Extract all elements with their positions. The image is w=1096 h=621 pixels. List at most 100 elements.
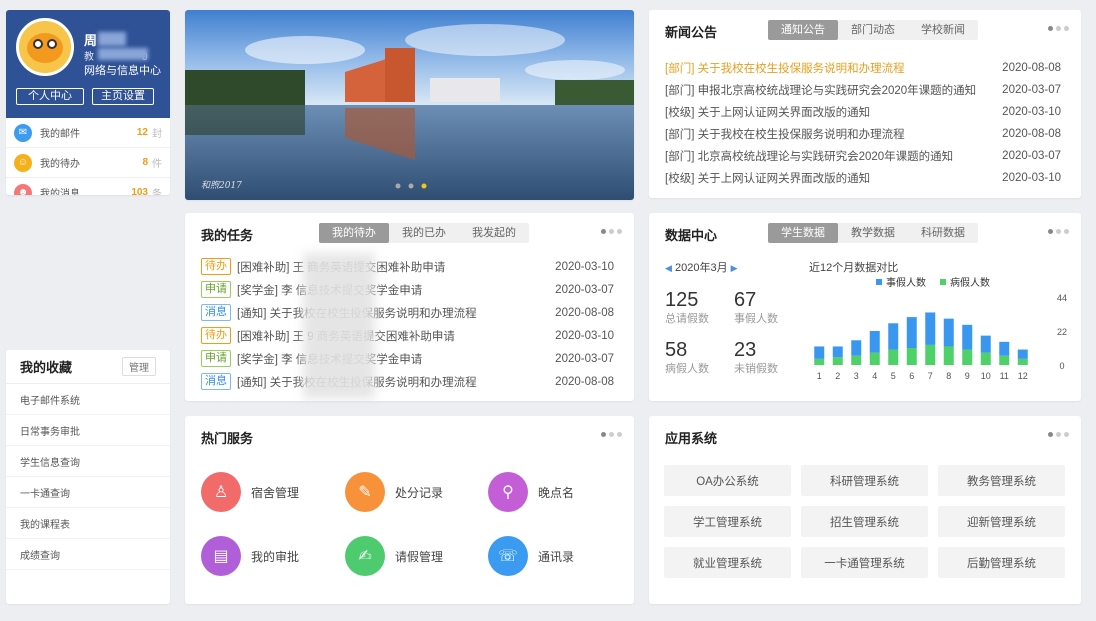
more-dots-icon[interactable] xyxy=(1048,432,1069,437)
favorite-link[interactable]: 电子邮件系统 xyxy=(6,384,170,415)
summary-item[interactable]: ✉ 我的邮件 12 封 xyxy=(6,118,170,148)
task-date: 2020-03-10 xyxy=(555,260,614,273)
news-list: [部门] 关于我校在校生投保服务说明和办理流程 2020-08-08 [部门] 申报… xyxy=(665,57,1061,189)
profile-header: 周 教0 网络与信息中心 个人中心 主页设置 xyxy=(6,10,170,118)
service-approval[interactable]: ▤ 我的审批 xyxy=(201,536,299,576)
tab[interactable]: 我的待办 xyxy=(319,223,389,243)
app-button[interactable]: 教务管理系统 xyxy=(938,465,1065,496)
bar--3a97f0-12 xyxy=(1017,349,1028,359)
x-tick-label: 2 xyxy=(835,371,840,381)
tab[interactable]: 我发起的 xyxy=(459,223,529,243)
rollcall-icon: ⚲ xyxy=(488,472,528,512)
news-item[interactable]: [部门] 申报北京高校统战理论与实践研究会2020年课题的通知 2020-03-0… xyxy=(665,79,1061,101)
homepage-settings-button[interactable]: 主页设置 xyxy=(92,88,154,105)
x-tick-label: 12 xyxy=(1018,371,1028,381)
next-month-icon[interactable]: ▶ xyxy=(731,263,738,273)
favorite-link[interactable]: 学生信息查询 xyxy=(6,446,170,477)
task-item[interactable]: 待办 [困难补助] 王 9 商务英语提交困难补助申请 2020-03-10 xyxy=(201,324,614,347)
bar--4fd16a-7 xyxy=(925,344,936,365)
stat-personal-leave: 67 事假人数 xyxy=(734,289,778,325)
task-item[interactable]: 申请 [奖学金] 李 信息技术提交奖学金申请 2020-03-07 xyxy=(201,347,614,370)
favorite-link[interactable]: 日常事务审批 xyxy=(6,415,170,446)
tab[interactable]: 部门动态 xyxy=(838,20,908,40)
news-text: [校级] 关于上网认证网关界面改版的通知 xyxy=(665,173,871,185)
service-label: 宿舍管理 xyxy=(251,485,300,500)
tab[interactable]: 科研数据 xyxy=(908,223,978,243)
task-item[interactable]: 消息 [通知] 关于我校在校生投保服务说明和办理流程 2020-08-08 xyxy=(201,301,614,324)
app-button[interactable]: 学工管理系统 xyxy=(664,506,791,537)
summary-label: 我的待办 xyxy=(40,159,80,170)
tab[interactable]: 学校新闻 xyxy=(908,20,978,40)
month-selector[interactable]: ◀ 2020年3月 ▶ xyxy=(665,259,738,275)
task-date: 2020-03-07 xyxy=(555,283,614,296)
bar--4fd16a-4 xyxy=(869,352,880,365)
bar--4fd16a-3 xyxy=(851,355,862,365)
tab[interactable]: 通知公告 xyxy=(768,20,838,40)
legend-label: 病假人数 xyxy=(950,276,990,289)
summary-item[interactable]: ☻ 我的消息 103 条 xyxy=(6,178,170,195)
manage-button[interactable]: 管理 xyxy=(122,357,156,376)
task-text: [困难补助] 王 9 商务英语提交困难补助申请 xyxy=(237,330,455,343)
service-leave[interactable]: ✍ 请假管理 xyxy=(345,536,443,576)
data-tabs: 学生数据 教学数据 科研数据 xyxy=(768,223,978,243)
app-button[interactable]: 后勤管理系统 xyxy=(938,547,1065,578)
month-label: 2020年3月 xyxy=(674,262,728,274)
news-item[interactable]: [部门] 北京高校统战理论与实践研究会2020年课题的通知 2020-03-07 xyxy=(665,145,1061,167)
more-dots-icon[interactable] xyxy=(1048,229,1069,234)
banner-carousel[interactable]: 和煦2017 xyxy=(185,10,634,200)
tab[interactable]: 教学数据 xyxy=(838,223,908,243)
app-button[interactable]: 就业管理系统 xyxy=(664,547,791,578)
personal-center-button[interactable]: 个人中心 xyxy=(16,88,84,105)
service-contacts[interactable]: ☏ 通讯录 xyxy=(488,536,574,576)
app-button[interactable]: 招生管理系统 xyxy=(801,506,928,537)
bar--3a97f0-3 xyxy=(851,340,862,356)
service-discipline[interactable]: ✎ 处分记录 xyxy=(345,472,443,512)
task-item[interactable]: 消息 [通知] 关于我校在校生投保服务说明和办理流程 2020-08-08 xyxy=(201,370,614,393)
news-item[interactable]: [校级] 关于上网认证网关界面改版的通知 2020-03-10 xyxy=(665,101,1061,123)
profile-card: 周 教0 网络与信息中心 个人中心 主页设置 ✉ 我的邮件 12 封 ☺ 我的待办 8件 ☻ 我… xyxy=(6,10,170,195)
stat-sick-leave: 58 病假人数 xyxy=(665,339,709,375)
news-item[interactable]: [校级] 关于上网认证网关界面改版的通知 2020-03-10 xyxy=(665,167,1061,189)
app-button[interactable]: 迎新管理系统 xyxy=(938,506,1065,537)
profile-name: 周 xyxy=(84,33,98,48)
news-date: 2020-08-08 xyxy=(1002,62,1061,74)
bar--3a97f0-2 xyxy=(832,346,843,358)
task-date: 2020-08-08 xyxy=(555,306,614,319)
banner-caption: 和煦2017 xyxy=(201,180,242,191)
app-button[interactable]: OA办公系统 xyxy=(664,465,791,496)
news-item[interactable]: [部门] 关于我校在校生投保服务说明和办理流程 2020-08-08 xyxy=(665,57,1061,79)
app-button[interactable]: 一卡通管理系统 xyxy=(801,547,928,578)
summary-unit: 条 xyxy=(152,189,162,195)
task-text: [奖学金] 李 信息技术提交奖学金申请 xyxy=(237,284,422,297)
more-dots-icon[interactable] xyxy=(1048,26,1069,31)
task-item[interactable]: 待办 [困难补助] 王 商务英语提交困难补助申请 2020-03-10 xyxy=(201,255,614,278)
x-tick-label: 4 xyxy=(872,371,877,381)
carousel-dot[interactable] xyxy=(408,183,414,189)
x-tick-label: 3 xyxy=(854,371,859,381)
news-text: [部门] 关于我校在校生投保服务说明和办理流程 xyxy=(665,129,905,141)
app-button[interactable]: 科研管理系统 xyxy=(801,465,928,496)
task-date: 2020-03-10 xyxy=(555,329,614,342)
favorite-link[interactable]: 成绩查询 xyxy=(6,539,170,570)
carousel-dot-active[interactable] xyxy=(421,183,427,189)
service-rollcall[interactable]: ⚲ 晚点名 xyxy=(488,472,574,512)
summary-item[interactable]: ☺ 我的待办 8 件 xyxy=(6,148,170,178)
more-dots-icon[interactable] xyxy=(601,229,622,234)
bar--3a97f0-4 xyxy=(869,331,880,353)
service-dormitory[interactable]: ♙ 宿舍管理 xyxy=(201,472,299,512)
summary-label: 我的邮件 xyxy=(40,129,80,140)
tab[interactable]: 我的已办 xyxy=(389,223,459,243)
more-dots-icon[interactable] xyxy=(601,432,622,437)
task-item[interactable]: 申请 [奖学金] 李 信息技术提交奖学金申请 2020-03-07 xyxy=(201,278,614,301)
news-item[interactable]: [部门] 关于我校在校生投保服务说明和办理流程 2020-08-08 xyxy=(665,123,1061,145)
prev-month-icon[interactable]: ◀ xyxy=(665,263,672,273)
task-text: [困难补助] 王 商务英语提交困难补助申请 xyxy=(237,261,446,274)
favorite-link[interactable]: 一卡通查询 xyxy=(6,477,170,508)
bar--4fd16a-1 xyxy=(814,358,825,365)
carousel-dot[interactable] xyxy=(395,183,401,189)
favorite-link[interactable]: 我的课程表 xyxy=(6,508,170,539)
tab[interactable]: 学生数据 xyxy=(768,223,838,243)
news-panel: 新闻公告 通知公告 部门动态 学校新闻 [部门] 关于我校在校生投保服务说明和办理流… xyxy=(649,10,1081,198)
service-label: 我的审批 xyxy=(251,549,300,564)
avatar[interactable] xyxy=(16,18,74,76)
